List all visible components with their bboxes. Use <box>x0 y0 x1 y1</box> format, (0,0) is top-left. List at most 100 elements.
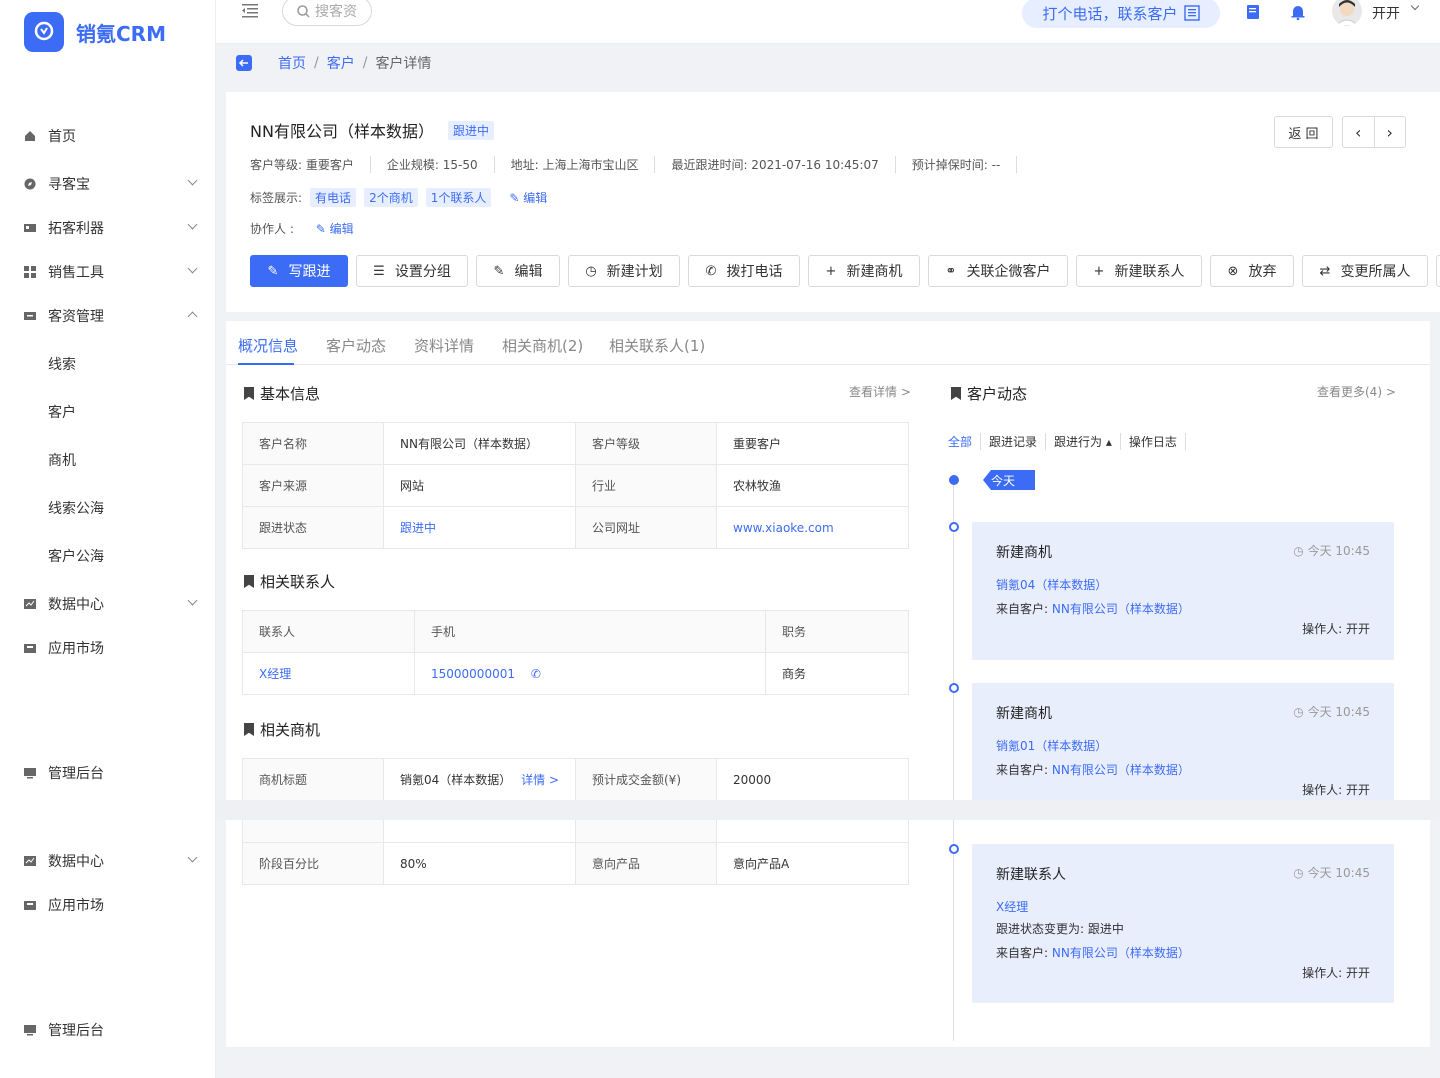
sidebar-item-admin-2[interactable]: 管理后台 <box>0 1012 216 1048</box>
view-more-link[interactable]: 查看更多(4) > <box>1317 383 1396 400</box>
store-icon <box>24 901 36 910</box>
sidebar-item-app-market-2[interactable]: 应用市场 <box>0 887 216 923</box>
search-input[interactable]: 搜客资 <box>282 0 372 26</box>
deals-table: 商机标题 销氪04（样本数据） 详情 > 预计成交金额(¥) 20000 阶段百分… <box>242 758 909 885</box>
contact-link[interactable]: X经理 <box>996 898 1028 915</box>
sidebar-item-admin[interactable]: 管理后台 <box>0 755 216 791</box>
new-plan-button[interactable]: ◷ 新建计划 <box>568 255 680 287</box>
deal-link[interactable]: 销氪01（样本数据） <box>996 737 1107 754</box>
tab-activity[interactable]: 客户动态 <box>326 335 386 356</box>
deal-details-link[interactable]: 详情 > <box>521 771 559 788</box>
user-name[interactable]: 开开 <box>1372 3 1400 23</box>
phone-book-icon <box>1183 5 1200 21</box>
sidebar-item-tuoke[interactable]: 拓客利器 <box>0 210 216 246</box>
field-value: 20000 <box>716 758 909 801</box>
tab-deals[interactable]: 相关商机(2) <box>502 335 583 356</box>
contact-name-link[interactable]: X经理 <box>242 652 415 695</box>
sidebar-sub-lead-pool[interactable]: 线索公海 <box>48 490 104 526</box>
field-value: 网站 <box>383 464 576 507</box>
filter-operation-log[interactable]: 操作日志 <box>1121 433 1186 450</box>
button-label: 关联企微客户 <box>966 264 1051 280</box>
event-time-value: 今天 10:45 <box>1307 866 1370 880</box>
set-group-button[interactable]: ☰ 设置分组 <box>356 255 468 287</box>
link-icon: ⚭ <box>945 263 957 279</box>
basic-info-table: 客户名称 NN有限公司（样本数据） 客户等级 重要客户 客户来源 网站 行业 农… <box>242 422 909 549</box>
edit-collaborator-link[interactable]: ✎ 编辑 <box>316 222 354 236</box>
section-title: 基本信息 <box>260 385 321 403</box>
field-value: 农林牧渔 <box>716 464 909 507</box>
field-label: 跟进状态 <box>242 506 384 549</box>
plus-icon: + <box>825 263 837 279</box>
back-button[interactable]: 返 回 <box>1274 116 1333 148</box>
chevron-down-icon[interactable] <box>1410 1 1420 11</box>
customer-link[interactable]: NN有限公司（样本数据） <box>1052 946 1190 960</box>
table-row: 客户来源 网站 行业 农林牧渔 <box>242 464 909 507</box>
sidebar-item-xunkebao[interactable]: 寻客宝 <box>0 166 216 202</box>
address: 地址: 上海上海市宝山区 <box>511 156 656 173</box>
chevron-down-icon <box>187 852 198 863</box>
sidebar-item-customer-mgmt[interactable]: 客资管理 <box>0 298 216 334</box>
table-row: 商机标题 销氪04（样本数据） 详情 > 预计成交金额(¥) 20000 <box>242 758 909 801</box>
field-label: 公司网址 <box>575 506 717 549</box>
deal-link[interactable]: 销氪04（样本数据） <box>996 576 1107 593</box>
avatar[interactable] <box>1332 0 1362 26</box>
breadcrumb-home[interactable]: 首页 <box>278 53 306 73</box>
field-label: 意向产品 <box>575 842 717 885</box>
sidebar-sub-leads[interactable]: 线索 <box>48 346 76 382</box>
tab-overview[interactable]: 概况信息 <box>238 335 298 356</box>
call-customer-button[interactable]: 打个电话，联系客户 <box>1022 0 1220 28</box>
sidebar-item-label: 数据中心 <box>48 597 104 613</box>
monitor-icon <box>24 768 36 779</box>
sidebar-item-data-center-2[interactable]: 数据中心 <box>0 843 216 879</box>
chevron-right-icon[interactable]: › <box>1375 117 1406 147</box>
more-actions-button[interactable] <box>1436 255 1440 287</box>
filter-all[interactable]: 全部 <box>948 433 982 450</box>
link-wecom-button[interactable]: ⚭ 关联企微客户 <box>928 255 1068 287</box>
edit-button[interactable]: ✎ 编辑 <box>476 255 560 287</box>
breadcrumb-current: 客户详情 <box>375 56 432 72</box>
new-deal-button[interactable]: + 新建商机 <box>808 255 920 287</box>
operator: 操作人: 开开 <box>1302 966 1370 980</box>
bell-icon[interactable] <box>1290 4 1306 20</box>
phone-icon: ✆ <box>705 263 717 279</box>
table-row: 客户名称 NN有限公司（样本数据） 客户等级 重要客户 <box>242 422 909 465</box>
back-arrow-icon[interactable] <box>236 55 252 71</box>
write-followup-button[interactable]: ✎ 写跟进 <box>250 255 348 287</box>
chevron-down-icon <box>187 263 198 274</box>
tab-details[interactable]: 资料详情 <box>414 335 474 356</box>
contact-phone[interactable]: 15000000001 ✆ <box>414 652 766 695</box>
tags-row: 标签展示: 有电话 2个商机 1个联系人 ✎ 编辑 <box>250 188 547 207</box>
event-time: ◷ 今天 10:45 <box>1293 705 1370 719</box>
filter-follow-records[interactable]: 跟进记录 <box>981 433 1047 450</box>
sidebar-sub-deals[interactable]: 商机 <box>48 442 76 478</box>
breadcrumb-customers[interactable]: 客户 <box>327 53 355 73</box>
abandon-button[interactable]: ⊗ 放弃 <box>1210 255 1294 287</box>
sidebar-item-home[interactable]: 首页 <box>0 118 216 154</box>
collapse-menu-icon[interactable] <box>242 4 258 18</box>
view-details-link[interactable]: 查看详情 > <box>849 383 911 400</box>
column-header: 手机 <box>414 610 766 653</box>
website-link[interactable]: www.xiaoke.com <box>716 506 909 549</box>
sidebar-item-label: 寻客宝 <box>48 177 90 193</box>
notes-icon[interactable] <box>1246 4 1262 20</box>
customer-link[interactable]: NN有限公司（样本数据） <box>1052 602 1190 616</box>
sidebar-item-data-center[interactable]: 数据中心 <box>0 586 216 622</box>
chevron-left-icon[interactable]: ‹ <box>1343 117 1375 147</box>
new-contact-button[interactable]: + 新建联系人 <box>1076 255 1202 287</box>
sidebar-sub-customers[interactable]: 客户 <box>48 394 76 430</box>
change-owner-button[interactable]: ⇄ 变更所属人 <box>1302 255 1428 287</box>
edit-tags-link[interactable]: ✎ 编辑 <box>509 189 547 206</box>
brand-logo[interactable]: 销氪CRM <box>24 12 166 52</box>
call-button[interactable]: ✆ 拨打电话 <box>688 255 800 287</box>
customer-link[interactable]: NN有限公司（样本数据） <box>1052 763 1190 777</box>
field-value: 意向产品A <box>716 842 909 885</box>
edit-label: 编辑 <box>329 222 354 236</box>
sidebar-sub-customer-pool[interactable]: 客户公海 <box>48 538 104 574</box>
sidebar-item-sales-tools[interactable]: 销售工具 <box>0 254 216 290</box>
sidebar-item-app-market[interactable]: 应用市场 <box>0 630 216 666</box>
filter-follow-actions[interactable]: 跟进行为 ▴ <box>1046 433 1121 450</box>
phone-icon[interactable]: ✆ <box>531 667 541 681</box>
tab-contacts[interactable]: 相关联系人(1) <box>609 335 705 356</box>
button-label: 写跟进 <box>288 264 331 280</box>
deal-title-cell: 销氪04（样本数据） 详情 > <box>383 758 576 801</box>
